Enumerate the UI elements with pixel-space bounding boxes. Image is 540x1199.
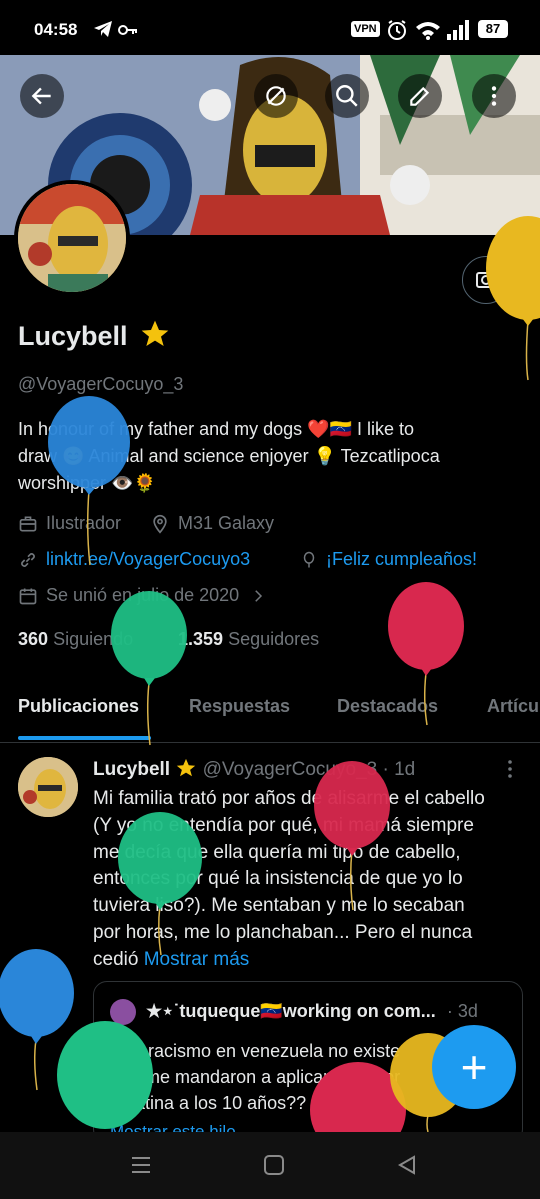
location-pin-icon: [153, 514, 167, 534]
bio-line: In honour of my father and my dogs ❤️🇻🇪 …: [18, 419, 415, 439]
following-label: Siguiendo: [53, 629, 134, 649]
profile-location-text: M31 Galaxy: [178, 513, 275, 533]
share-icon: [410, 86, 430, 106]
quote-author-name: ★⋆˙tuqueque🇻🇪working on com...: [146, 1001, 436, 1021]
quote-line: sí el racismo en venezuela no existe: [110, 1041, 401, 1061]
post-line: Mi familia trató por años de alisarme el…: [93, 788, 485, 809]
profile-handle: @VoyagerCocuyo_3: [18, 374, 184, 394]
post-text: Mi familia trató por años de alisarme el…: [93, 786, 523, 974]
post-line: cedió: [93, 948, 139, 970]
tab-articles[interactable]: Artícu: [487, 696, 539, 717]
balloon-icon: [303, 551, 315, 567]
profile-joined[interactable]: Se unió en julio de 2020: [18, 585, 267, 606]
plus-icon: +: [460, 1041, 488, 1093]
profile-name: Lucybell: [18, 318, 171, 352]
calendar-icon: [19, 588, 37, 604]
following-count: 360: [18, 629, 49, 649]
edit-share-button[interactable]: [398, 74, 442, 118]
quote-line: qué me mandaron a aplicarme mí pr: [110, 1067, 401, 1087]
notifications-button[interactable]: [254, 74, 298, 118]
post-line: por horas, me lo planchaban... Pero el n…: [93, 921, 473, 943]
followers-label: Seguidores: [228, 629, 320, 649]
show-more-link[interactable]: Mostrar más: [144, 949, 250, 970]
status-bar: 04:58 VPN 87: [0, 0, 540, 58]
active-tab-indicator: [18, 736, 151, 740]
profile-joined-text: Se unió en julio de 2020: [46, 585, 240, 605]
tab-highlights[interactable]: Destacados: [337, 696, 438, 717]
post-author-avatar[interactable]: [18, 757, 78, 817]
camera-lens-button[interactable]: [462, 256, 510, 304]
profile-website[interactable]: linktr.ee/VoyagerCocuyo3: [18, 549, 250, 570]
quote-header: ★⋆˙tuqueque🇻🇪working on com... · 3d: [146, 1001, 478, 1022]
quote-text: sí el racismo en venezuela no existe qué…: [110, 1038, 400, 1116]
quote-line: keratina a los 10 años??: [110, 1093, 307, 1113]
battery-indicator: 87: [478, 20, 508, 38]
key-icon: [118, 22, 138, 42]
followers-count: 1.359: [178, 629, 224, 649]
following-stat[interactable]: 360 Siguiendo: [18, 629, 133, 650]
signal-icon: [446, 20, 472, 45]
alarm-icon: [386, 19, 408, 46]
bio-line: draw 😊 Animal and science enjoyer 💡 Tezc…: [18, 446, 440, 466]
telegram-icon: [93, 20, 113, 43]
post-more-button[interactable]: [500, 758, 520, 785]
post-line: entonces por qué la insistencia de que y…: [93, 868, 463, 890]
post-line: tuviera liso?). Me sentaban y me lo seca…: [93, 895, 465, 917]
post-handle-time: @VoyagerCocuyo_3 · 1d: [202, 759, 416, 780]
chevron-right-icon: [255, 589, 263, 602]
search-button[interactable]: [325, 74, 369, 118]
no-notifications-icon: [266, 86, 286, 106]
more-vertical-icon: [491, 86, 497, 106]
compose-post-button[interactable]: +: [432, 1025, 516, 1109]
profile-avatar[interactable]: [14, 180, 130, 296]
balloon-icon: [0, 949, 74, 1091]
back-triangle-icon: [397, 1155, 415, 1175]
search-icon: [336, 85, 358, 107]
quote-time: · 3d: [446, 1001, 478, 1021]
home-icon: [264, 1155, 284, 1175]
system-back-button[interactable]: [396, 1155, 418, 1180]
system-navigation-bar: [0, 1132, 540, 1199]
star-icon: [177, 758, 196, 777]
star-icon: [141, 320, 169, 346]
bio-line: worshipper 👁️🌻: [18, 473, 156, 493]
profile-job: Ilustrador: [18, 513, 121, 534]
post-line: (Y yo no entendía por qué, mi mamá siemp…: [93, 814, 474, 836]
tab-replies[interactable]: Respuestas: [189, 696, 290, 717]
profile-bio: In honour of my father and my dogs ❤️🇻🇪 …: [18, 416, 528, 497]
wifi-icon: [415, 20, 441, 45]
tab-posts[interactable]: Publicaciones: [18, 696, 139, 717]
birthday-link[interactable]: ¡Feliz cumpleaños!: [326, 549, 477, 570]
back-arrow-icon: [31, 87, 51, 105]
camera-lens-icon: [476, 272, 496, 288]
briefcase-icon: [19, 516, 37, 531]
link-icon: [21, 552, 35, 567]
profile-birthday[interactable]: ¡Feliz cumpleaños!: [300, 549, 477, 570]
profile-location: M31 Galaxy: [150, 513, 274, 534]
status-time: 04:58: [34, 20, 78, 39]
post-author-name[interactable]: Lucybell: [93, 759, 170, 780]
back-button[interactable]: [20, 74, 64, 118]
followers-stat[interactable]: 1.359 Seguidores: [178, 629, 319, 650]
recent-apps-button[interactable]: [130, 1155, 152, 1180]
home-button[interactable]: [263, 1155, 285, 1180]
more-options-button[interactable]: [472, 74, 516, 118]
quote-author-avatar: [110, 999, 136, 1025]
vpn-badge: VPN: [351, 21, 380, 37]
website-link[interactable]: linktr.ee/VoyagerCocuyo3: [46, 549, 250, 570]
recent-apps-icon: [132, 1157, 150, 1173]
profile-name-text: Lucybell: [18, 321, 128, 351]
post-header: Lucybell @VoyagerCocuyo_3 · 1d: [93, 757, 415, 781]
post-line: me decía que ella quería mi tipo de cabe…: [93, 841, 461, 863]
profile-job-text: Ilustrador: [46, 513, 122, 533]
more-vertical-icon: [508, 760, 512, 778]
